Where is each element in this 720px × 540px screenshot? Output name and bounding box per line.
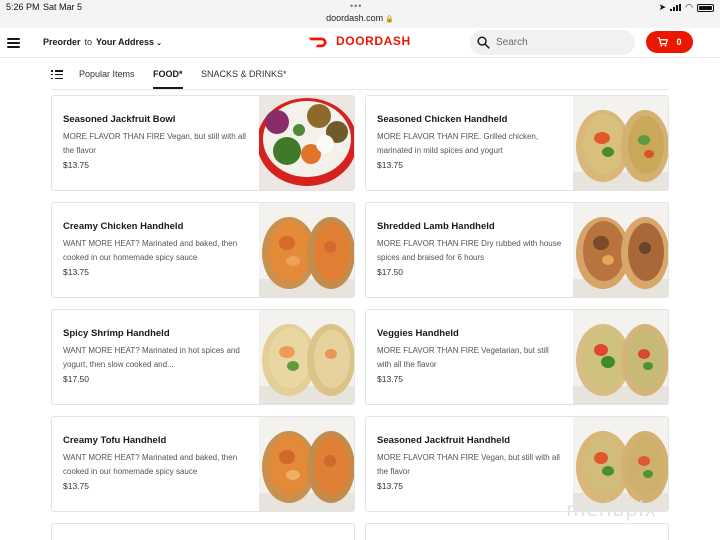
address-label: Your Address: [96, 37, 155, 47]
item-price: $13.75: [377, 481, 403, 491]
menu-item-card[interactable]: Seasoned Jackfruit Bowl MORE FLAVOR THAN…: [51, 95, 355, 191]
location-icon: ➤: [658, 2, 667, 12]
item-name: Seasoned Jackfruit Bowl: [63, 114, 176, 125]
tab-popular-items[interactable]: Popular Items: [79, 69, 135, 87]
menu-icon[interactable]: [7, 38, 20, 48]
brand-name: DOORDASH: [336, 34, 411, 48]
item-photo-wrap: [259, 417, 354, 511]
menu-item-card-partial[interactable]: [365, 523, 669, 540]
item-price: $13.75: [63, 160, 89, 170]
signal-icon: [670, 4, 682, 11]
item-name: Veggies Handheld: [377, 328, 459, 339]
menu-item-card[interactable]: Veggies Handheld MORE FLAVOR THAN FIRE V…: [365, 309, 669, 405]
preorder-label: Preorder: [43, 37, 81, 47]
cart-button[interactable]: 0: [646, 31, 693, 53]
item-price: $13.75: [377, 160, 403, 170]
item-price: $13.75: [63, 267, 89, 277]
tab-snacks-drinks[interactable]: SNACKS & DRINKS*: [201, 69, 287, 87]
cart-icon: [657, 37, 669, 47]
item-price: $13.75: [377, 374, 403, 384]
search-icon: [477, 36, 490, 49]
tab-food[interactable]: FOOD*: [153, 69, 183, 89]
address-bar[interactable]: doordash.com 🔒: [0, 13, 720, 23]
category-tabs: Popular Items FOOD* SNACKS & DRINKS*: [0, 58, 720, 90]
item-description: WANT MORE HEAT? Marinated and baked, the…: [63, 453, 238, 476]
item-photo-bowl: [259, 96, 354, 190]
status-time: 5:26 PM: [6, 2, 40, 12]
item-photo-wrap: [259, 203, 354, 297]
item-name: Creamy Tofu Handheld: [63, 435, 167, 446]
lock-icon: 🔒: [385, 16, 394, 23]
item-name: Spicy Shrimp Handheld: [63, 328, 170, 339]
category-list-icon[interactable]: [51, 70, 63, 79]
search-bar[interactable]: [470, 30, 635, 55]
doordash-mark-icon: [308, 37, 327, 48]
item-name: Creamy Chicken Handheld: [63, 221, 184, 232]
preorder-to: to: [84, 37, 93, 47]
watermark: menupix: [566, 497, 657, 521]
item-price: $13.75: [63, 481, 89, 491]
item-description: WANT MORE HEAT? Marinated and baked, the…: [63, 239, 238, 262]
item-name: Seasoned Jackfruit Handheld: [377, 435, 511, 446]
chevron-down-icon: ⌄: [156, 40, 162, 47]
status-bar: 5:26 PM Sat Mar 5 ••• doordash.com 🔒 ➤ ◠: [0, 0, 720, 28]
menu-item-card[interactable]: Shredded Lamb Handheld MORE FLAVOR THAN …: [365, 202, 669, 298]
search-input[interactable]: [496, 34, 626, 51]
menu-item-card[interactable]: Spicy Shrimp Handheld WANT MORE HEAT? Ma…: [51, 309, 355, 405]
item-photo-wrap: [573, 203, 668, 297]
wifi-icon: ◠: [685, 2, 693, 12]
item-photo-wrap: [573, 310, 668, 404]
item-description: MORE FLAVOR THAN FIRE Vegan, but still w…: [377, 453, 560, 476]
item-description: WANT MORE HEAT? Marinated in hot spices …: [63, 346, 240, 369]
menu-item-card-partial[interactable]: [51, 523, 355, 540]
browser-dots-icon[interactable]: •••: [350, 1, 362, 11]
menu-item-card[interactable]: Creamy Chicken Handheld WANT MORE HEAT? …: [51, 202, 355, 298]
doordash-logo[interactable]: DOORDASH: [308, 34, 411, 48]
cart-count: 0: [676, 37, 682, 47]
item-price: $17.50: [377, 267, 403, 277]
menu-item-card[interactable]: Creamy Tofu Handheld WANT MORE HEAT? Mar…: [51, 416, 355, 512]
item-description: MORE FLAVOR THAN FIRE Vegan, but still w…: [63, 132, 246, 155]
item-name: Shredded Lamb Handheld: [377, 221, 495, 232]
url-text: doordash.com: [326, 13, 384, 23]
item-description: MORE FLAVOR THAN FIRE Vegetarian, but st…: [377, 346, 549, 369]
item-description: MORE FLAVOR THAN FIRE. Grilled chicken, …: [377, 132, 539, 155]
item-description: MORE FLAVOR THAN FIRE Dry rubbed with ho…: [377, 239, 562, 262]
menu-item-card[interactable]: Seasoned Chicken Handheld MORE FLAVOR TH…: [365, 95, 669, 191]
preorder-selector[interactable]: Preorder to Your Address ⌄: [43, 37, 162, 47]
status-indicators: ➤ ◠: [659, 2, 714, 13]
app-header: PreordertoYour Address⌄ DOORDASH 0: [0, 28, 720, 58]
item-name: Seasoned Chicken Handheld: [377, 114, 508, 125]
status-date: Sat Mar 5: [43, 2, 83, 12]
tabs-divider: [51, 89, 669, 90]
item-price: $17.50: [63, 374, 89, 384]
battery-icon: [697, 3, 714, 12]
item-photo-wrap: [573, 96, 668, 190]
item-photo-wrap: [259, 310, 354, 404]
